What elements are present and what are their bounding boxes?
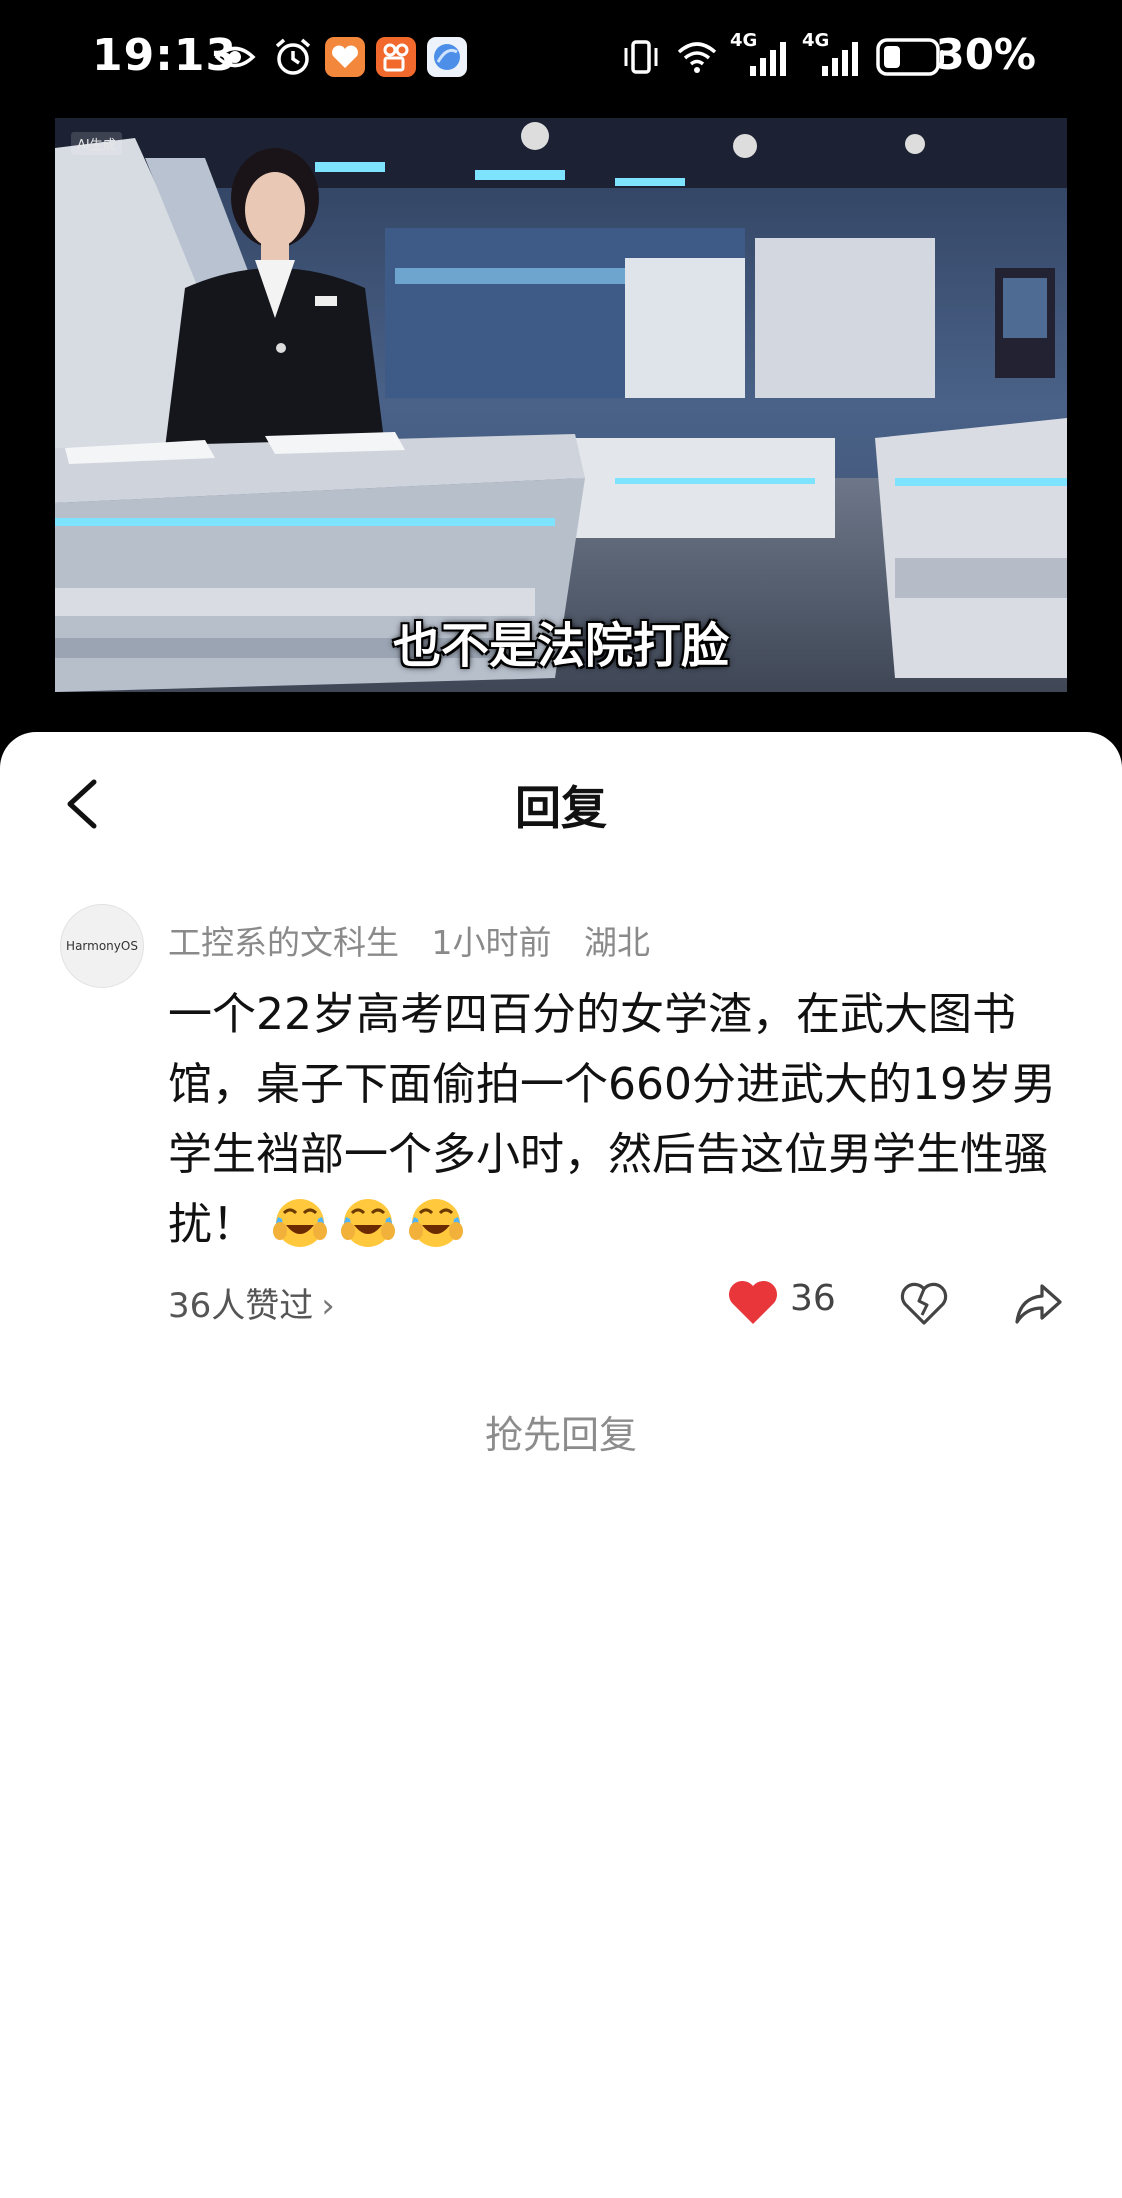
video-player[interactable]: AI生成 也不是法院打脸 <box>55 118 1067 692</box>
ai-generated-tag: AI生成 <box>71 132 122 155</box>
comment-time: 1小时前 <box>431 923 552 962</box>
laugh-cry-emoji-icon <box>341 1199 395 1247</box>
app-video-icon <box>376 37 416 77</box>
signal-icon-2: 4G <box>802 30 866 80</box>
wifi-icon <box>677 42 717 73</box>
broken-heart-icon[interactable] <box>900 1281 948 1327</box>
app-heart-icon <box>325 37 365 77</box>
laugh-cry-emoji-icon <box>273 1199 327 1247</box>
eye-icon <box>214 46 256 68</box>
reply-first-button[interactable]: 抢先回复 <box>0 1404 1122 1459</box>
share-icon[interactable] <box>1012 1280 1064 1328</box>
signal-icon-1: 4G <box>730 30 794 80</box>
vibrate-icon <box>624 40 658 74</box>
like-count: 36 <box>790 1278 836 1319</box>
avatar[interactable]: HarmonyOS <box>60 904 144 988</box>
page-title: 回复 <box>515 781 607 835</box>
video-subtitle: 也不是法院打脸 <box>392 618 729 674</box>
comment-body: 一个22岁高考四百分的女学渣，在武大图书馆，桌子下面偷拍一个660分进武大的19… <box>168 980 1078 1260</box>
app-blue-icon <box>427 37 467 77</box>
status-bar: 19:13 4G 4G 30% <box>0 0 1122 118</box>
alarm-icon <box>275 38 311 75</box>
likes-summary-text: 36人赞过 <box>168 1286 314 1326</box>
comment-meta: 工控系的文科生 1小时前 湖北 <box>168 916 672 964</box>
avatar-brand: HarmonyOS <box>66 939 138 953</box>
comment-location: 湖北 <box>584 923 650 962</box>
username[interactable]: 工控系的文科生 <box>168 923 399 962</box>
reply-sheet: 回复 HarmonyOS 工控系的文科生 1小时前 湖北 一个22岁高考四百分的… <box>0 732 1122 2198</box>
battery-percent: 30% <box>935 30 1036 79</box>
laugh-cry-emoji-icon <box>409 1199 463 1247</box>
likes-summary-link[interactable]: 36人赞过 › <box>168 1278 335 1327</box>
chevron-right-icon: › <box>321 1286 335 1326</box>
heart-like-icon[interactable] <box>726 1277 780 1327</box>
